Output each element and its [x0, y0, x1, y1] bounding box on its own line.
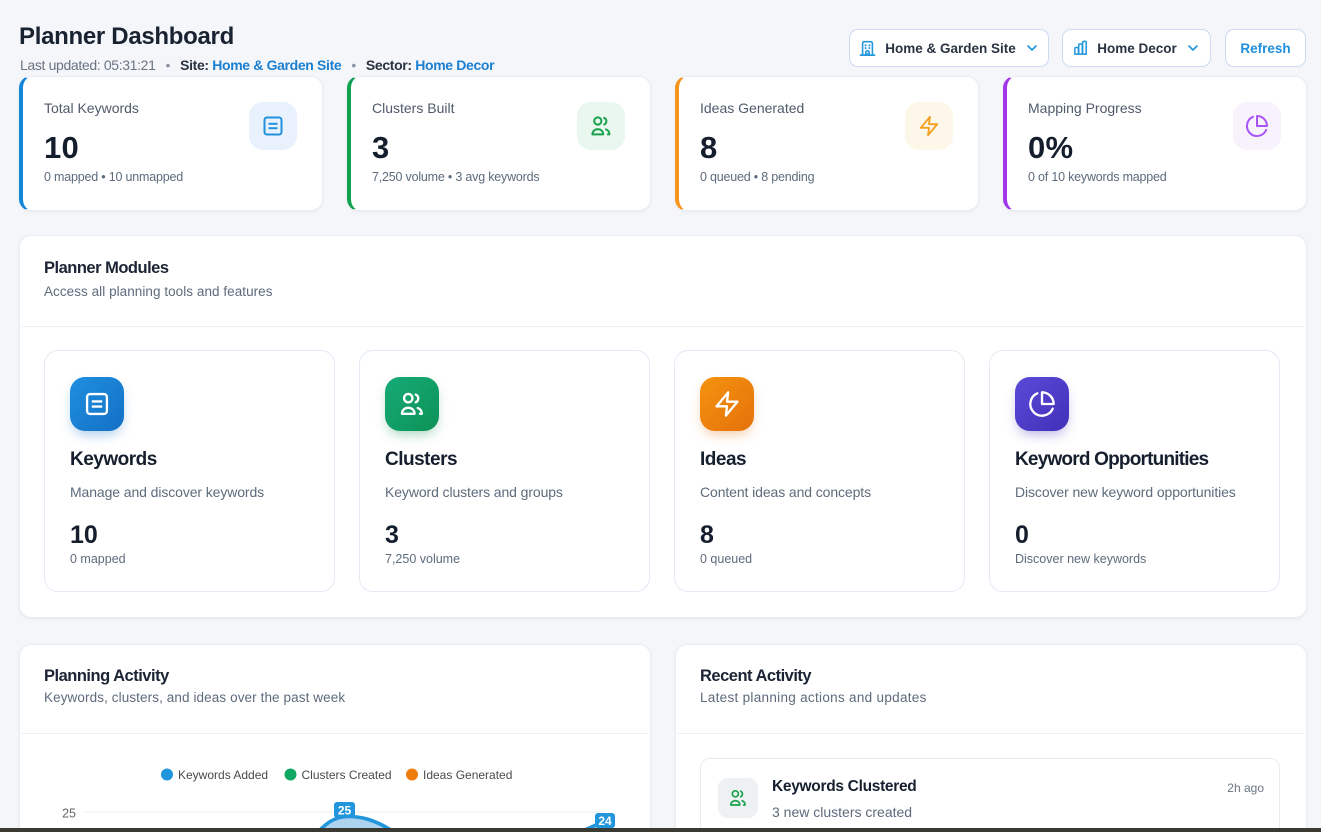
svg-text:Keywords Added: Keywords Added — [178, 768, 268, 782]
svg-text:Clusters Created: Clusters Created — [302, 768, 392, 782]
svg-text:25: 25 — [62, 807, 76, 821]
svg-text:Ideas Generated: Ideas Generated — [423, 768, 512, 782]
svg-text:25: 25 — [338, 804, 352, 818]
svg-text:24: 24 — [598, 814, 612, 828]
